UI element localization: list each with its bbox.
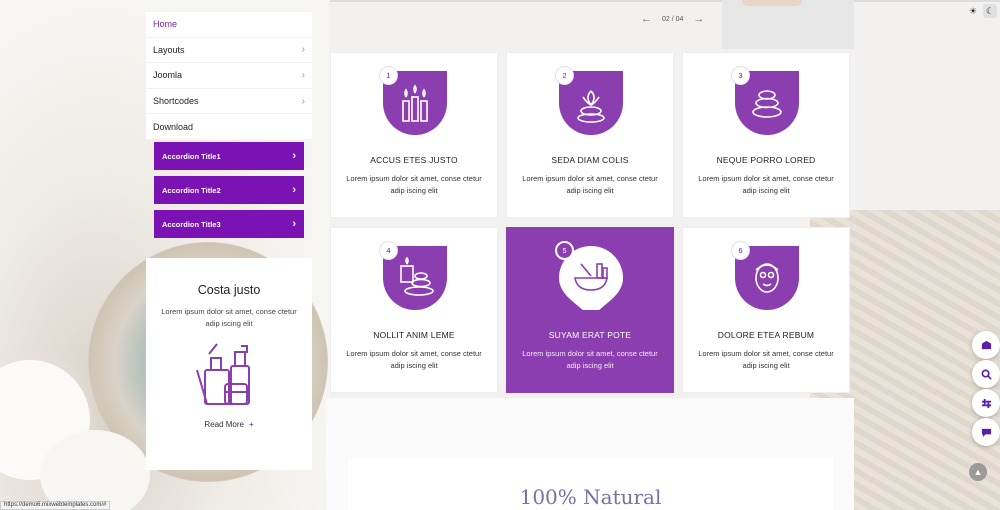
step-number: 5 bbox=[555, 241, 574, 260]
feature-title: DOLORE ETEA REBUM bbox=[717, 330, 815, 340]
section-title: 100% Natural bbox=[519, 485, 662, 509]
chevron-right-icon: › bbox=[292, 218, 296, 230]
theme-switcher: ☀ ☾ bbox=[966, 4, 997, 18]
feature-card[interactable]: 3 NEQUE PORRO LORED Lorem ipsum dolor si… bbox=[682, 52, 850, 218]
accordion-item-1[interactable]: Accordion Title1 › bbox=[154, 142, 304, 170]
background-cotton bbox=[40, 430, 150, 510]
chevron-right-icon: › bbox=[292, 184, 296, 196]
feature-card[interactable]: 4 NOLLIT ANIM LEME Lorem ipsum dolor sit… bbox=[330, 227, 498, 393]
cosmetics-icon bbox=[189, 340, 269, 410]
read-more-link[interactable]: Read More + bbox=[146, 420, 312, 429]
arrow-right-icon[interactable]: → bbox=[693, 13, 704, 25]
feature-text: Lorem ipsum dolor sit amet, conse ctetur… bbox=[522, 174, 658, 195]
product-title: Costa justo bbox=[197, 283, 261, 297]
sliders-icon bbox=[981, 398, 991, 408]
moon-icon[interactable]: ☾ bbox=[983, 4, 997, 18]
feature-text: Lorem ipsum dolor sit amet, conse ctetur… bbox=[346, 349, 482, 370]
accordion-item-3[interactable]: Accordion Title3 › bbox=[154, 210, 304, 238]
main-menu: Home Layouts › Joomla › Shortcodes › Downlo… bbox=[146, 12, 312, 140]
accordion-item-2[interactable]: Accordion Title2 › bbox=[154, 176, 304, 204]
feature-title: SEDA DIAM COLIS bbox=[551, 155, 629, 165]
chevron-right-icon: › bbox=[292, 150, 296, 162]
chevron-right-icon: › bbox=[301, 95, 305, 107]
cart-icon bbox=[981, 340, 991, 349]
menu-item-download[interactable]: Download bbox=[146, 114, 312, 140]
feature-card[interactable]: 6 DOLORE ETEA REBUM Lorem ipsum dolor si… bbox=[682, 227, 850, 393]
feature-title: SUYAM ERAT POTE bbox=[548, 330, 632, 340]
feature-card-active[interactable]: 5 SUYAM ERAT POTE Lorem ipsum dolor sit … bbox=[506, 227, 674, 393]
cart-button[interactable] bbox=[972, 331, 1000, 359]
chat-button[interactable] bbox=[972, 418, 1000, 446]
arrow-up-icon: ▲ bbox=[973, 467, 983, 477]
slider-image bbox=[722, 0, 854, 49]
feature-title: NEQUE PORRO LORED bbox=[716, 155, 816, 165]
pager-count: 02 / 04 bbox=[662, 15, 684, 23]
step-number: 6 bbox=[731, 241, 750, 260]
feature-card[interactable]: 1 ACCUS ETES JUSTO Lorem ipsum dolor sit… bbox=[330, 52, 498, 218]
feature-text: Lorem ipsum dolor sit amet, conse ctetur… bbox=[698, 174, 834, 195]
settings-button[interactable] bbox=[972, 389, 1000, 417]
step-number: 4 bbox=[379, 241, 398, 260]
menu-item-layouts[interactable]: Layouts › bbox=[146, 38, 312, 64]
chat-icon bbox=[981, 428, 991, 437]
slider-pager: ← 02 / 04 → bbox=[641, 13, 704, 25]
product-card: Costa justo Lorem ipsum dolor sit amet, … bbox=[146, 258, 312, 470]
chevron-right-icon: › bbox=[301, 69, 305, 81]
arrow-left-icon[interactable]: ← bbox=[641, 13, 652, 25]
feature-text: Lorem ipsum dolor sit amet, conse ctetur… bbox=[698, 349, 834, 370]
search-button[interactable] bbox=[972, 360, 1000, 388]
status-url: https://demo6.mixwebtemplates.com/# bbox=[0, 501, 111, 510]
step-number: 3 bbox=[731, 66, 750, 85]
menu-item-shortcodes[interactable]: Shortcodes › bbox=[146, 89, 312, 115]
plus-icon: + bbox=[248, 420, 254, 429]
step-number: 2 bbox=[555, 66, 574, 85]
step-number: 1 bbox=[379, 66, 398, 85]
scroll-top-button[interactable]: ▲ bbox=[969, 463, 987, 481]
feature-title: ACCUS ETES JUSTO bbox=[370, 155, 458, 165]
chevron-right-icon: › bbox=[301, 44, 305, 56]
feature-text: Lorem ipsum dolor sit amet, conse ctetur… bbox=[522, 349, 658, 370]
natural-section: 100% Natural bbox=[348, 458, 833, 510]
menu-item-joomla[interactable]: Joomla › bbox=[146, 63, 312, 89]
sun-icon[interactable]: ☀ bbox=[966, 4, 980, 18]
feature-card[interactable]: 2 SEDA DIAM COLIS Lorem ipsum dolor sit … bbox=[506, 52, 674, 218]
feature-title: NOLLIT ANIM LEME bbox=[373, 330, 455, 340]
product-text: Lorem ipsum dolor sit amet, conse ctetur… bbox=[161, 307, 297, 328]
feature-text: Lorem ipsum dolor sit amet, conse ctetur… bbox=[346, 174, 482, 195]
menu-item-home[interactable]: Home bbox=[146, 12, 312, 38]
search-icon bbox=[981, 369, 992, 380]
